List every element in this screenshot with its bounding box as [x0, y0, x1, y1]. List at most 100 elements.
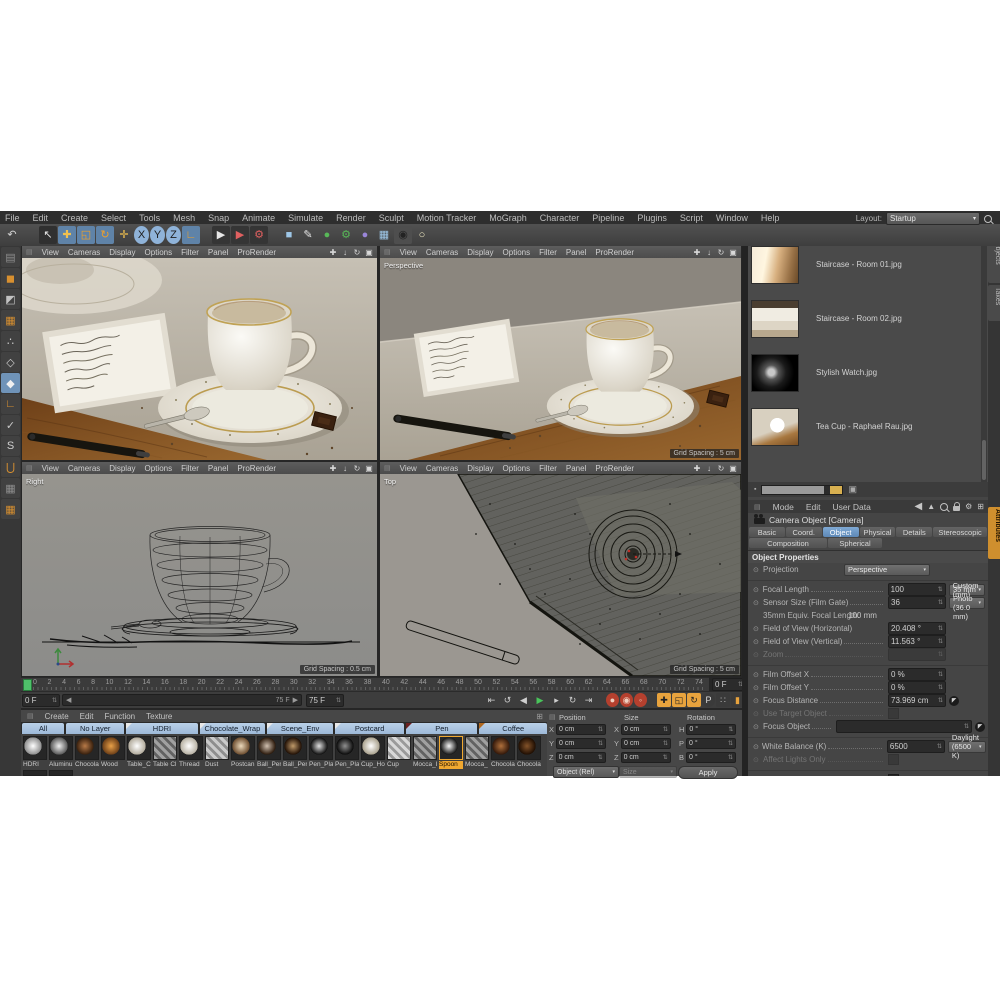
size-mode-dropdown[interactable]: Size▾	[619, 766, 677, 778]
material-name[interactable]: Cup_Ho	[361, 761, 385, 769]
toggle-view-icon[interactable]: ▣	[728, 248, 738, 257]
material-name[interactable]: Table Cl	[153, 761, 177, 769]
viewport-camera[interactable]: ▤ ViewCamerasDisplayOptionsFilterPanelPr…	[22, 246, 377, 460]
pen-spline-icon[interactable]: ✎	[299, 226, 317, 244]
next-frame-icon[interactable]: ▸	[549, 693, 564, 707]
tab-takes[interactable]: Takes	[988, 285, 1000, 321]
layer-tab[interactable]: No Layer	[66, 723, 124, 734]
search-icon[interactable]	[940, 503, 948, 511]
material-name[interactable]: Ball_Per	[257, 761, 281, 769]
material-item[interactable]: Chocola	[75, 736, 99, 769]
record-position-icon[interactable]: ✚	[657, 693, 671, 707]
timeline-ruler[interactable]: 0246810121416182022242628303234363840424…	[21, 677, 709, 691]
rotation-p-field[interactable]: 0 °⇅	[686, 738, 736, 749]
toolbar-spacer[interactable]	[269, 226, 279, 244]
viewport-menu-item[interactable]: View	[42, 464, 59, 473]
viewport-menu-item[interactable]: View	[42, 248, 59, 257]
viewport-menu-item[interactable]: Options	[503, 464, 531, 473]
material-name[interactable]: Pen_Pla	[309, 761, 333, 769]
material-name[interactable]: Cup	[387, 761, 411, 769]
range-right-arrow-icon[interactable]: ▶	[293, 696, 298, 704]
viewport-menu-item[interactable]: Filter	[539, 464, 557, 473]
timeline-frame-field[interactable]: 0 F⇅	[712, 678, 746, 691]
zoom-view-icon[interactable]: ↓	[340, 464, 350, 473]
material-preview-sphere[interactable]	[439, 736, 463, 760]
animation-dot-icon[interactable]: ⊙	[753, 625, 760, 633]
transport-spacer[interactable]	[597, 693, 605, 707]
menu-item[interactable]: Snap	[208, 213, 229, 223]
material-item[interactable]: Chocola	[491, 736, 515, 769]
white-balance-preset-dropdown[interactable]: Daylight (6500 K)▾	[948, 741, 986, 753]
move-view-icon[interactable]: ✚	[692, 464, 702, 473]
animation-dot-icon[interactable]: ⊙	[753, 697, 760, 705]
toggle-view-icon[interactable]: ▣	[364, 464, 374, 473]
material-preview-sphere[interactable]	[75, 736, 99, 760]
top-icon[interactable]: ▲	[927, 502, 935, 511]
file-thumbnail[interactable]	[751, 408, 799, 446]
wireframe-canvas[interactable]	[380, 474, 741, 676]
material-preview-sphere[interactable]	[257, 736, 281, 760]
animation-dot-icon[interactable]: ⊙	[753, 638, 760, 646]
render-view-canvas[interactable]	[380, 258, 741, 460]
attribute-menu-item[interactable]: Edit	[806, 502, 821, 512]
material-name[interactable]: Chocola	[75, 761, 99, 769]
viewport-menu-item[interactable]: ProRender	[595, 248, 634, 257]
material-name[interactable]: Chocola	[491, 761, 515, 769]
points-mode-icon[interactable]: ∴	[1, 331, 20, 351]
viewport-menu-item[interactable]: Display	[109, 464, 135, 473]
coordinate-system-icon[interactable]: ∟	[182, 226, 200, 244]
menu-item[interactable]: Create	[61, 213, 88, 223]
move-tool-icon[interactable]: ✚	[58, 226, 76, 244]
render-settings-icon[interactable]: ⚙	[250, 226, 268, 244]
generators-icon[interactable]: ⚙	[337, 226, 355, 244]
animation-dot-icon[interactable]: ⊙	[753, 599, 760, 607]
menu-item[interactable]: Edit	[33, 213, 49, 223]
menu-item[interactable]: Motion Tracker	[417, 213, 477, 223]
layer-tab[interactable]: All	[22, 723, 64, 734]
focus-object-field[interactable]: ⇅	[836, 720, 972, 733]
material-menu-item[interactable]: Texture	[146, 712, 172, 721]
material-preview-sphere[interactable]	[491, 736, 515, 760]
attribute-menu-item[interactable]: Mode	[773, 502, 794, 512]
toggle-view-icon[interactable]: ▣	[364, 248, 374, 257]
viewport-menu-item[interactable]: Options	[145, 464, 173, 473]
panel-icon[interactable]: ⊞	[536, 712, 547, 721]
viewport-menu-item[interactable]: Panel	[566, 464, 586, 473]
export-compositing-checkbox[interactable]: ✓	[888, 774, 899, 776]
tab-stereoscopic[interactable]: Stereoscopic	[933, 527, 987, 537]
size-y-field[interactable]: 0 cm⇅	[621, 738, 671, 749]
material-item[interactable]: Pen_Pla	[309, 736, 333, 769]
viewport-menu-item[interactable]: Panel	[208, 464, 228, 473]
snap-icon[interactable]: S	[1, 436, 20, 456]
material-name[interactable]: Aluminu	[49, 761, 73, 769]
menu-item[interactable]: Pipeline	[592, 213, 624, 223]
material-item[interactable]: Table_C	[127, 736, 151, 769]
viewport-menu-item[interactable]: Cameras	[68, 464, 100, 473]
environment-floor-icon[interactable]: ▦	[375, 226, 393, 244]
material-preview-sphere[interactable]	[153, 736, 177, 760]
size-x-field[interactable]: 0 cm⇅	[621, 724, 671, 735]
viewport-solo-icon[interactable]: ✓	[1, 415, 20, 435]
viewport-menu-item[interactable]: View	[400, 248, 417, 257]
file-thumbnail[interactable]	[751, 354, 799, 392]
menu-item[interactable]: File	[5, 213, 20, 223]
material-preview-sphere[interactable]	[517, 736, 541, 760]
material-item[interactable]: Ball_Per	[257, 736, 281, 769]
menu-item[interactable]: Plugins	[637, 213, 667, 223]
material-menu-item[interactable]: Edit	[80, 712, 94, 721]
move-view-icon[interactable]: ✚	[328, 464, 338, 473]
size-z-field[interactable]: 0 cm⇅	[621, 752, 671, 763]
layer-tab[interactable]: Chocolate_Wrap	[200, 723, 266, 734]
film-offset-y-field[interactable]: 0 %⇅	[888, 681, 946, 694]
timeline-playhead[interactable]	[23, 679, 32, 691]
section-object-properties[interactable]: Object Properties	[748, 550, 988, 563]
move-view-icon[interactable]: ✚	[692, 248, 702, 257]
viewport-menu-item[interactable]: Panel	[208, 248, 228, 257]
focus-distance-field[interactable]: 73.969 cm⇅	[888, 694, 946, 707]
material-name[interactable]: Table_C	[127, 761, 151, 769]
end-frame-field[interactable]: 75 F⇅	[306, 694, 344, 707]
material-menu-item[interactable]: Function	[104, 712, 135, 721]
rotation-h-field[interactable]: 0 °⇅	[686, 724, 736, 735]
attribute-menu-item[interactable]: User Data	[833, 502, 871, 512]
use-target-checkbox[interactable]	[888, 708, 899, 719]
